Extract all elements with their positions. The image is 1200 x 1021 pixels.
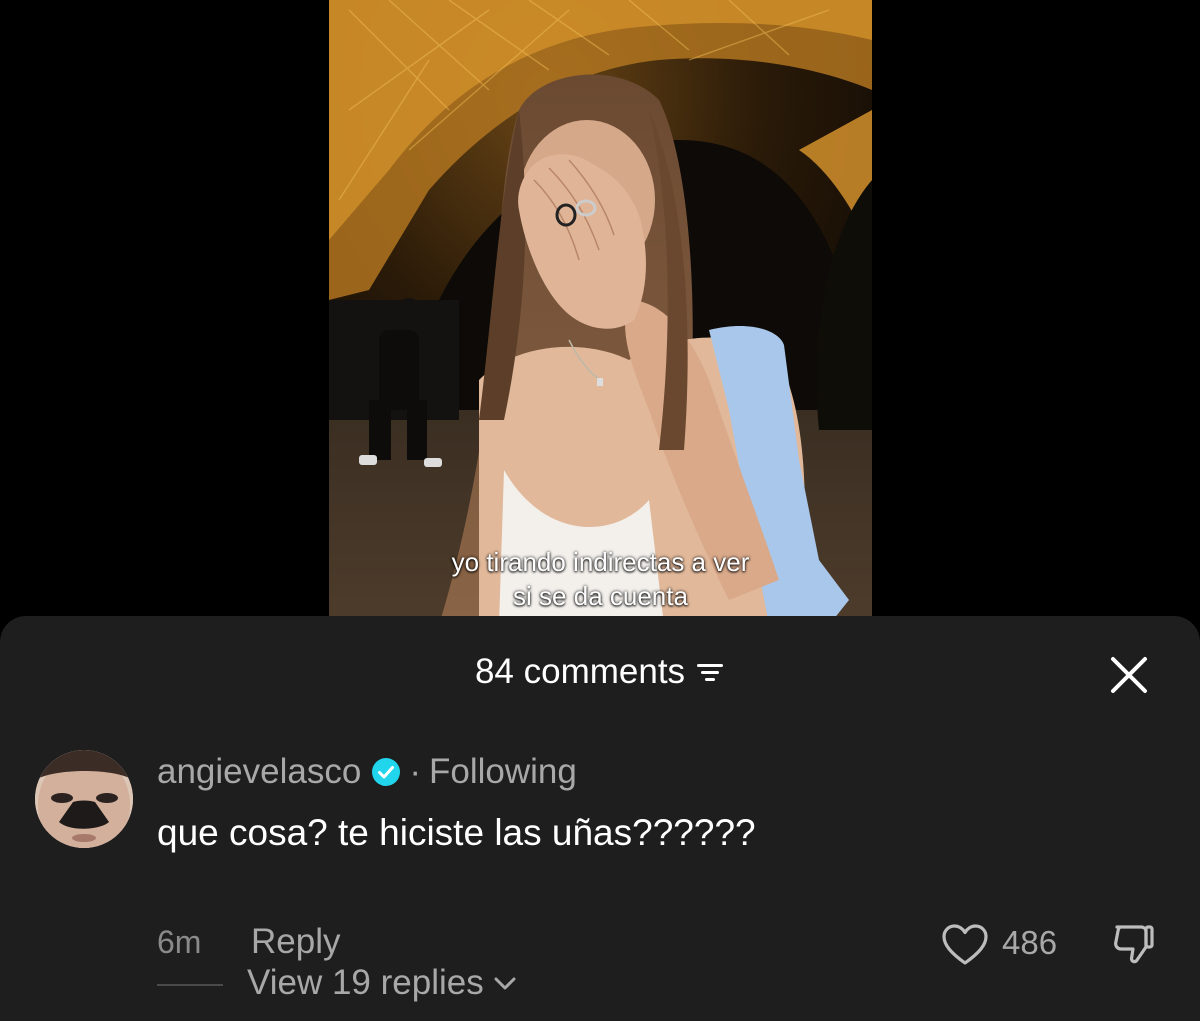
comments-count: 84 comments xyxy=(474,652,686,691)
comment-author-line: angievelasco · Following xyxy=(157,752,577,792)
comment-username[interactable]: angievelasco xyxy=(157,752,361,792)
sort-filter-icon[interactable] xyxy=(695,660,725,684)
follow-status: Following xyxy=(428,752,577,791)
comment-timestamp: 6m xyxy=(157,924,202,960)
heart-icon[interactable] xyxy=(941,923,989,967)
comment-item: angievelasco · Following que cosa? te hi… xyxy=(0,748,1200,1018)
separator-dot: · xyxy=(409,752,421,791)
comments-sheet: 84 comments angievelasco · Following que… xyxy=(0,616,1200,1021)
thumbs-down-icon[interactable] xyxy=(1108,920,1158,970)
caption-line-2: si se da cuenta xyxy=(513,581,688,611)
caption-line-1: yo tirando indirectas a ver xyxy=(451,547,750,577)
chevron-down-icon xyxy=(494,977,516,990)
tiktok-comments-screen: yo tirando indirectas a ver si se da cue… xyxy=(0,0,1200,1021)
view-replies-button[interactable]: View 19 replies xyxy=(247,963,518,1003)
comments-header: 84 comments xyxy=(0,652,1200,696)
view-replies-label: View 19 replies xyxy=(247,963,484,1002)
avatar-image xyxy=(35,750,133,848)
like-count: 486 xyxy=(1002,924,1058,961)
close-icon[interactable] xyxy=(1108,654,1150,696)
video-caption: yo tirando indirectas a ver si se da cue… xyxy=(329,545,872,613)
reply-button[interactable]: Reply xyxy=(251,922,340,962)
replies-divider xyxy=(157,984,223,986)
comment-text: que cosa? te hiciste las uñas?????? xyxy=(157,812,756,853)
verified-badge-icon xyxy=(372,758,401,786)
avatar[interactable] xyxy=(35,750,133,848)
video-player[interactable]: yo tirando indirectas a ver si se da cue… xyxy=(329,0,872,625)
comments-count-sort-button[interactable]: 84 comments xyxy=(475,652,725,692)
video-frame-illustration xyxy=(329,0,872,625)
